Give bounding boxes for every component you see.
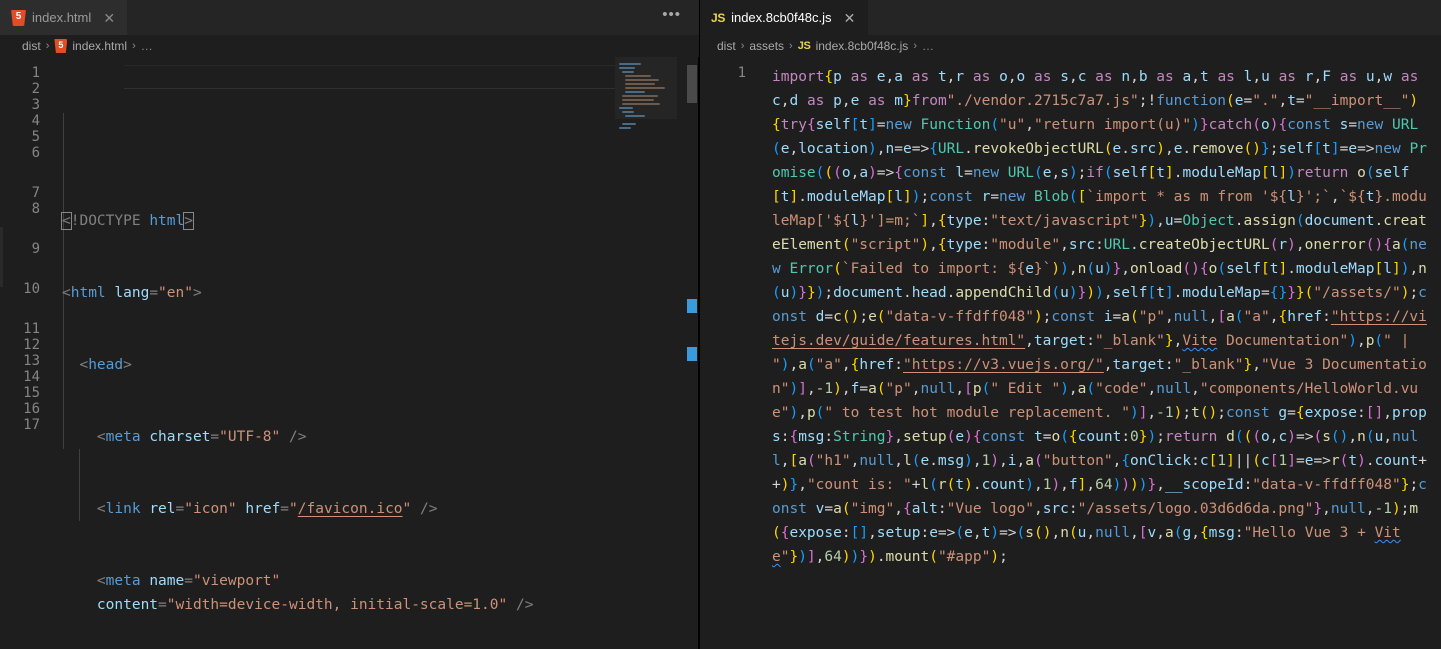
editor-group-right: JS index.8cb0f48c.js ✕ dist › assets › J… <box>700 0 1441 649</box>
minimap-row <box>625 91 645 93</box>
html5-icon: 5 <box>11 9 26 26</box>
breadcrumb-label: index.8cb0f48c.js <box>815 39 909 53</box>
code-line: <head> <box>79 357 132 373</box>
more-actions-icon[interactable]: ••• <box>662 7 699 28</box>
line-number: 3 <box>31 97 40 113</box>
code-content-left[interactable]: <!DOCTYPE html> <html lang="en"> <head> … <box>61 57 699 649</box>
current-line-highlight <box>124 65 615 89</box>
minimap-row <box>622 95 658 97</box>
line-number: 9 <box>31 241 40 257</box>
line-number: 1 <box>737 65 746 81</box>
code-content-right[interactable]: import{p as e,a as t,r as o,o as s,c as … <box>772 57 1441 649</box>
tab-label: index.8cb0f48c.js <box>731 10 832 25</box>
close-icon[interactable]: ✕ <box>842 11 858 25</box>
code-line: <html lang="en"> <box>62 285 202 301</box>
overview-ruler-marker <box>687 299 697 313</box>
tabbar-empty-space-left: ••• <box>128 0 699 35</box>
editor-group-divider[interactable] <box>698 57 699 649</box>
line-number-gutter-right: 1 <box>700 57 772 649</box>
line-number: 13 <box>23 353 40 369</box>
line-number: 5 <box>31 129 40 145</box>
editor-group-left: 5 index.html ✕ ••• dist › 5 index.html ›… <box>0 0 700 649</box>
line-number: 15 <box>23 385 40 401</box>
line-number: 16 <box>23 401 40 417</box>
breadcrumb-left: dist › 5 index.html › … <box>0 35 699 57</box>
breadcrumb-more[interactable]: … <box>922 39 935 53</box>
breadcrumb-label: index.html <box>72 39 128 53</box>
code-line: <meta charset="UTF-8" /> <box>96 429 307 445</box>
minimap-row <box>625 79 659 81</box>
chevron-right-icon: › <box>45 40 50 52</box>
js-icon: JS <box>711 10 726 25</box>
tab-index-js[interactable]: JS index.8cb0f48c.js ✕ <box>700 0 869 35</box>
chevron-right-icon: › <box>913 40 917 52</box>
editor-scrollbar-left[interactable] <box>685 57 699 649</box>
chevron-right-icon: › <box>789 40 793 52</box>
line-number: 7 <box>31 185 40 201</box>
breadcrumb-item-assets[interactable]: assets <box>749 39 784 53</box>
breadcrumb-item-file[interactable]: 5 index.html <box>54 39 127 53</box>
minimap-row <box>625 83 655 85</box>
minimap-row <box>625 87 665 89</box>
breadcrumb-label: assets <box>749 39 785 53</box>
line-number: 11 <box>23 321 40 337</box>
minimap-row <box>622 103 660 105</box>
line-number: 6 <box>31 145 40 161</box>
line-number: 2 <box>31 81 40 97</box>
minimap-row <box>622 123 636 125</box>
minimap-row <box>625 75 651 77</box>
chevron-right-icon: › <box>740 40 745 52</box>
minimap-row <box>619 127 631 129</box>
tab-label: index.html <box>32 10 92 25</box>
tabbar-right: JS index.8cb0f48c.js ✕ <box>700 0 1441 35</box>
breadcrumb-label: dist <box>717 39 736 53</box>
minimap-row <box>622 71 634 73</box>
minimap-row <box>619 63 641 65</box>
breadcrumb-more[interactable]: … <box>141 39 154 53</box>
line-number-gutter-left: 1 2 3 4 5 6 7 8 9 10 11 12 13 14 15 16 1 <box>0 57 62 649</box>
line-number: 8 <box>31 201 40 217</box>
editor-workbench: 5 index.html ✕ ••• dist › 5 index.html ›… <box>0 0 1441 649</box>
breadcrumb-item-dist[interactable]: dist <box>22 39 41 53</box>
minimap-row <box>622 99 654 101</box>
editor-pane-left[interactable]: 1 2 3 4 5 6 7 8 9 10 11 12 13 14 15 16 1 <box>0 57 699 649</box>
minimap-left[interactable] <box>615 57 677 649</box>
chevron-right-icon: › <box>132 40 136 52</box>
editor-pane-right[interactable]: 1 import{p as e,a as t,r as o,o as s,c a… <box>700 57 1441 649</box>
code-line: <meta name="viewport" content="width=dev… <box>96 573 534 613</box>
line-number: 4 <box>31 113 40 129</box>
line-number: 1 <box>31 65 40 81</box>
line-number: 10 <box>23 281 40 297</box>
tabbar-empty-space-right <box>868 0 1441 35</box>
breadcrumb-item-file[interactable]: JS index.8cb0f48c.js <box>798 39 909 53</box>
code-line: <link rel="icon" href="/favicon.ico" /> <box>96 501 438 517</box>
tab-index-html[interactable]: 5 index.html ✕ <box>0 0 129 35</box>
minimap-row <box>625 115 645 117</box>
tabbar-left: 5 index.html ✕ ••• <box>0 0 699 35</box>
close-icon[interactable]: ✕ <box>101 11 117 25</box>
overview-ruler-marker <box>687 347 697 361</box>
minimap-row <box>622 111 634 113</box>
js-icon: JS <box>797 40 811 52</box>
line-number: 17 <box>23 417 40 433</box>
minimap-row <box>619 67 635 69</box>
code-line: <!DOCTYPE html> <box>61 212 194 230</box>
minimap-row <box>619 107 633 109</box>
html5-icon: 5 <box>54 39 68 53</box>
breadcrumb-item-dist[interactable]: dist <box>717 39 736 53</box>
line-number: 14 <box>23 369 40 385</box>
breadcrumb-label: dist <box>22 39 41 53</box>
line-number: 12 <box>23 337 40 353</box>
scrollbar-thumb[interactable] <box>687 65 697 103</box>
breadcrumb-right: dist › assets › JS index.8cb0f48c.js › … <box>700 35 1441 57</box>
